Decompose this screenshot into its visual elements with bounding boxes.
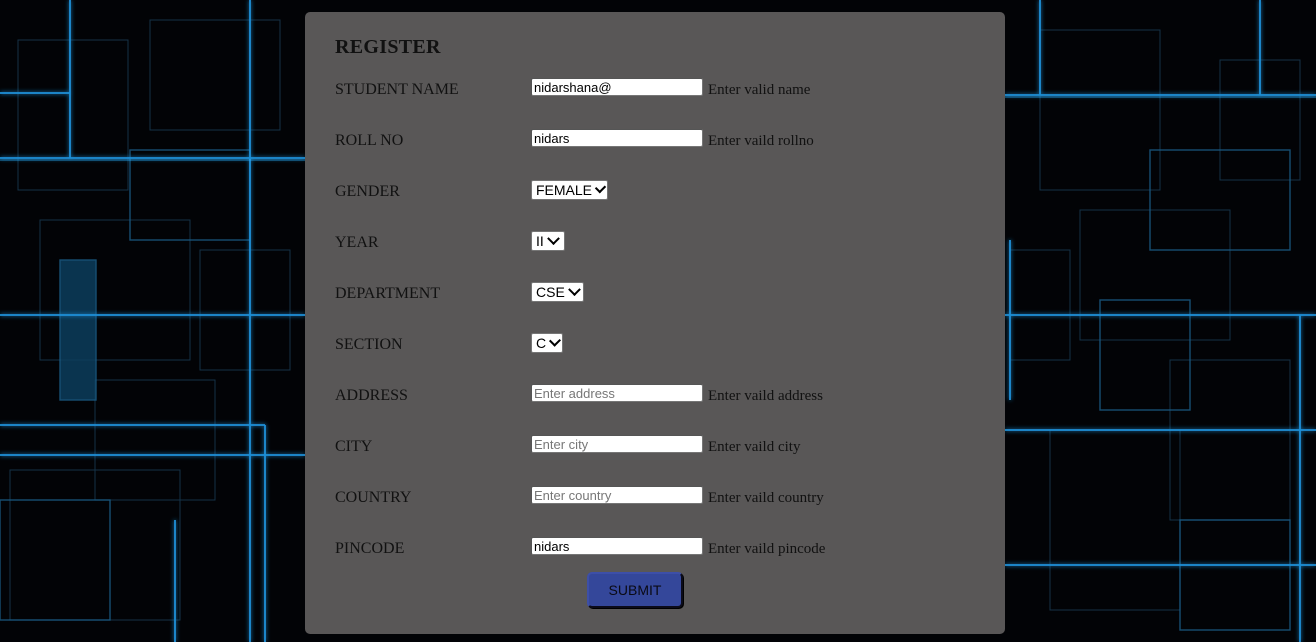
register-form-panel: REGISTER STUDENT NAME Enter valid name R…	[305, 12, 1005, 634]
section-selected-value: C	[536, 335, 547, 351]
year-row: YEAR II	[335, 231, 975, 255]
address-row: ADDRESS Enter vaild address	[335, 384, 975, 408]
chevron-down-icon	[567, 282, 581, 296]
chevron-down-icon	[546, 231, 560, 245]
city-hint: Enter vaild city	[708, 439, 801, 455]
country-hint: Enter vaild country	[708, 490, 824, 506]
department-select[interactable]: CSE	[531, 282, 584, 302]
roll-no-row: ROLL NO Enter vaild rollno	[335, 129, 975, 153]
gender-selected-value: FEMALE	[536, 182, 593, 198]
address-hint: Enter vaild address	[708, 388, 823, 404]
chevron-down-icon	[594, 181, 607, 193]
country-row: COUNTRY Enter vaild country	[335, 486, 975, 510]
pincode-hint: Enter vaild pincode	[708, 541, 826, 557]
section-select[interactable]: C	[531, 333, 563, 353]
section-row: SECTION C	[335, 333, 975, 357]
department-row: DEPARTMENT CSE	[335, 282, 975, 306]
pincode-row: PINCODE Enter vaild pincode	[335, 537, 975, 561]
gender-label: GENDER	[335, 183, 400, 200]
roll-no-input[interactable]	[531, 129, 703, 147]
address-input[interactable]	[531, 384, 703, 402]
city-label: CITY	[335, 438, 373, 455]
gender-row: GENDER FEMALE	[335, 180, 975, 204]
student-name-hint: Enter valid name	[708, 82, 811, 98]
gender-select[interactable]: FEMALE	[531, 180, 608, 200]
city-row: CITY Enter vaild city	[335, 435, 975, 459]
year-select[interactable]: II	[531, 231, 565, 251]
department-label: DEPARTMENT	[335, 285, 441, 302]
year-selected-value: II	[536, 233, 544, 249]
country-label: COUNTRY	[335, 489, 412, 506]
submit-button[interactable]: SUBMIT	[587, 572, 683, 608]
chevron-down-icon	[549, 334, 562, 347]
pincode-label: PINCODE	[335, 540, 405, 557]
student-name-row: STUDENT NAME Enter valid name	[335, 78, 975, 102]
student-name-label: STUDENT NAME	[335, 81, 459, 98]
city-input[interactable]	[531, 435, 703, 453]
country-input[interactable]	[531, 486, 703, 504]
student-name-input[interactable]	[531, 78, 703, 96]
form-title: REGISTER	[335, 36, 441, 58]
section-label: SECTION	[335, 336, 403, 353]
department-selected-value: CSE	[536, 284, 565, 300]
address-label: ADDRESS	[335, 387, 408, 404]
roll-no-hint: Enter vaild rollno	[708, 133, 814, 149]
pincode-input[interactable]	[531, 537, 703, 555]
roll-no-label: ROLL NO	[335, 132, 404, 149]
year-label: YEAR	[335, 234, 379, 251]
